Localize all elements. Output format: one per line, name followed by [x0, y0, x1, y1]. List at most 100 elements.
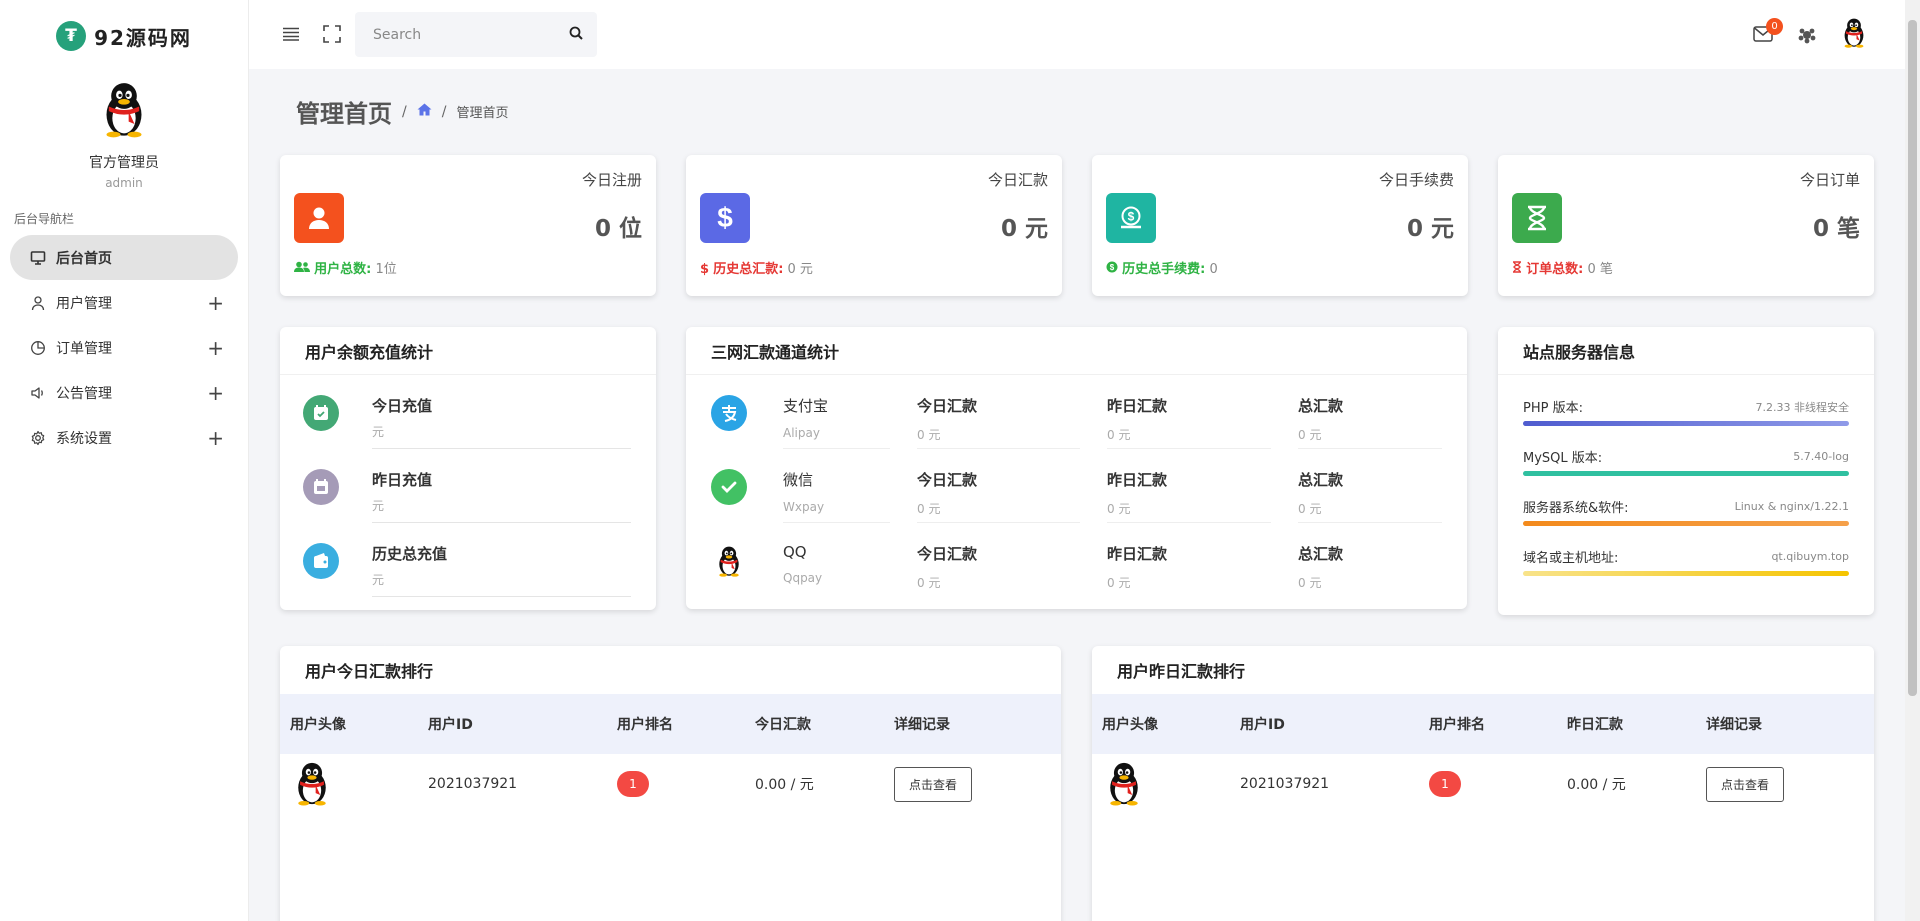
avatar[interactable] [99, 82, 149, 138]
qq-icon [711, 543, 747, 579]
server-info-item: 服务器系统&软件: Linux & nginx/1.22.1 [1523, 497, 1849, 526]
sidebar-item-label: 公告管理 [56, 385, 112, 402]
stat-card-orders: 今日订单 0 笔 订单总数: 0 笔 [1498, 155, 1874, 296]
sidebar-item-label: 后台首页 [56, 250, 112, 267]
sidebar-item-users[interactable]: 用户管理 + [10, 280, 238, 325]
server-info-item: MySQL 版本: 5.7.40-log [1523, 447, 1849, 476]
megaphone-icon [30, 385, 46, 401]
stat-label: 今日手续费 [1378, 171, 1454, 189]
users-icon [294, 261, 310, 277]
dollar-icon: $ [700, 262, 710, 277]
amount: 0.00 / 元 [1567, 777, 1626, 793]
column-header: 用户排名 [617, 717, 673, 733]
total-remittance: 总汇款 0 元 [1298, 471, 1344, 516]
stat-card-fees: 今日手续费 $ 0 元 $ 历史总手续费: 0 [1092, 155, 1468, 296]
theme-button[interactable] [1797, 26, 1817, 48]
rank-yesterday-card: 用户昨日汇款排行 用户头像 用户ID 用户排名 昨日汇款 详细记录 202103… [1092, 646, 1874, 921]
home-icon[interactable] [417, 103, 432, 120]
brand-name: 92源码网 [94, 25, 192, 50]
sidebar-item-label: 用户管理 [56, 295, 112, 312]
expand-icon[interactable]: + [207, 291, 224, 315]
breadcrumb-separator: / [441, 103, 447, 120]
sidebar-item-notices[interactable]: 公告管理 + [10, 370, 238, 415]
calendar-icon [303, 395, 339, 431]
expand-icon[interactable]: + [207, 381, 224, 405]
stat-label: 今日注册 [581, 171, 642, 189]
rank-badge: 1 [1429, 771, 1461, 797]
user-icon [30, 295, 46, 311]
stat-footer-value: 1位 [375, 262, 397, 277]
breadcrumb-separator: / [402, 103, 407, 120]
sidebar-item-orders[interactable]: 订单管理 + [10, 325, 238, 370]
server-info-item: PHP 版本: 7.2.33 非线程安全 [1523, 397, 1849, 426]
list-item: 微信 Wxpay 今日汇款 0 元 昨日汇款 0 元 总汇款 0 元 [686, 449, 1467, 523]
money-bag-icon: $ [1106, 193, 1156, 243]
search-icon[interactable] [569, 26, 583, 44]
user-id: 2021037921 [1240, 776, 1330, 792]
total-remittance: 总汇款 0 元 [1298, 545, 1344, 590]
dollar-icon: $ [700, 193, 750, 243]
recharge-value: 元 [372, 499, 385, 513]
expand-icon[interactable]: + [207, 426, 224, 450]
mail-button[interactable]: 0 [1753, 18, 1783, 46]
stat-card-registrations: 今日注册 0 位 用户总数: 1位 [280, 155, 656, 296]
table-header: 用户头像 用户ID 用户排名 昨日汇款 详细记录 [1092, 694, 1874, 754]
server-info-value: qt.qibuym.top [1771, 550, 1849, 563]
card-title: 用户今日汇款排行 [305, 662, 434, 681]
svg-text:$: $ [1128, 210, 1135, 224]
action-cell: 点击查看 [894, 754, 972, 814]
list-item: 昨日充值 元 [280, 449, 656, 523]
menu-toggle-button[interactable] [279, 22, 303, 46]
column-header: 用户排名 [1429, 717, 1485, 733]
yesterday-remittance: 昨日汇款 0 元 [1107, 471, 1168, 516]
hourglass-icon [1512, 193, 1562, 243]
table-row: 2021037921 1 0.00 / 元 点击查看 [280, 754, 1061, 814]
stat-footer: 用户总数: 1位 [294, 258, 397, 277]
today-remittance: 今日汇款 0 元 [917, 397, 978, 442]
channel-name: 微信 Wxpay [783, 471, 825, 514]
fullscreen-button[interactable] [320, 22, 344, 46]
action-cell: 点击查看 [1706, 754, 1784, 814]
nav-section-label: 后台导航栏 [14, 212, 75, 226]
stat-footer: 订单总数: 0 笔 [1512, 258, 1613, 277]
hourglass-icon [1512, 261, 1522, 277]
sidebar-item-settings[interactable]: 系统设置 + [10, 415, 238, 460]
card-title: 三网汇款通道统计 [686, 327, 1467, 375]
sidebar-item-home[interactable]: 后台首页 [10, 235, 238, 280]
avatar [1104, 754, 1144, 814]
divider [372, 596, 631, 597]
server-info-value: 5.7.40-log [1793, 450, 1849, 463]
stat-card-remittance: 今日汇款 $ 0 元 $ 历史总汇款: 0 元 [686, 155, 1062, 296]
view-details-button[interactable]: 点击查看 [894, 766, 972, 802]
svg-text:$: $ [1110, 263, 1115, 272]
column-header: 详细记录 [1706, 717, 1762, 733]
rank-today-card: 用户今日汇款排行 用户头像 用户ID 用户排名 今日汇款 详细记录 202103… [280, 646, 1061, 921]
rank-badge: 1 [617, 771, 649, 797]
channel-name: 支付宝 Alipay [783, 397, 829, 440]
search-box [355, 12, 597, 57]
card-title: 用户昨日汇款排行 [1117, 662, 1246, 681]
server-info-key: PHP 版本: [1523, 401, 1583, 416]
recharge-label: 昨日充值 [372, 471, 433, 489]
stat-value: 0 笔 [1812, 216, 1860, 242]
stat-value: 0 元 [1000, 216, 1048, 242]
total-remittance: 总汇款 0 元 [1298, 397, 1344, 442]
recharge-label: 今日充值 [372, 397, 433, 415]
search-input[interactable] [373, 26, 569, 43]
progress-bar [1523, 571, 1849, 576]
user-avatar-button[interactable] [1841, 18, 1867, 52]
list-item: 历史总充值 元 [280, 523, 656, 597]
breadcrumb-current: 管理首页 [456, 106, 509, 121]
server-info-item: 域名或主机地址: qt.qibuym.top [1523, 547, 1849, 576]
column-header: 用户头像 [1102, 717, 1158, 733]
channel-name: QQ Qqpay [783, 543, 823, 585]
scrollbar-thumb[interactable] [1908, 20, 1917, 696]
table-header: 用户头像 用户ID 用户排名 今日汇款 详细记录 [280, 694, 1061, 754]
expand-icon[interactable]: + [207, 336, 224, 360]
brand[interactable]: ₮ 92源码网 [0, 0, 248, 72]
scrollbar[interactable] [1905, 0, 1920, 921]
wechat-icon [711, 469, 747, 505]
profile-role: admin [105, 176, 143, 190]
view-details-button[interactable]: 点击查看 [1706, 766, 1784, 802]
stat-footer-key: 订单总数: [1526, 262, 1584, 277]
